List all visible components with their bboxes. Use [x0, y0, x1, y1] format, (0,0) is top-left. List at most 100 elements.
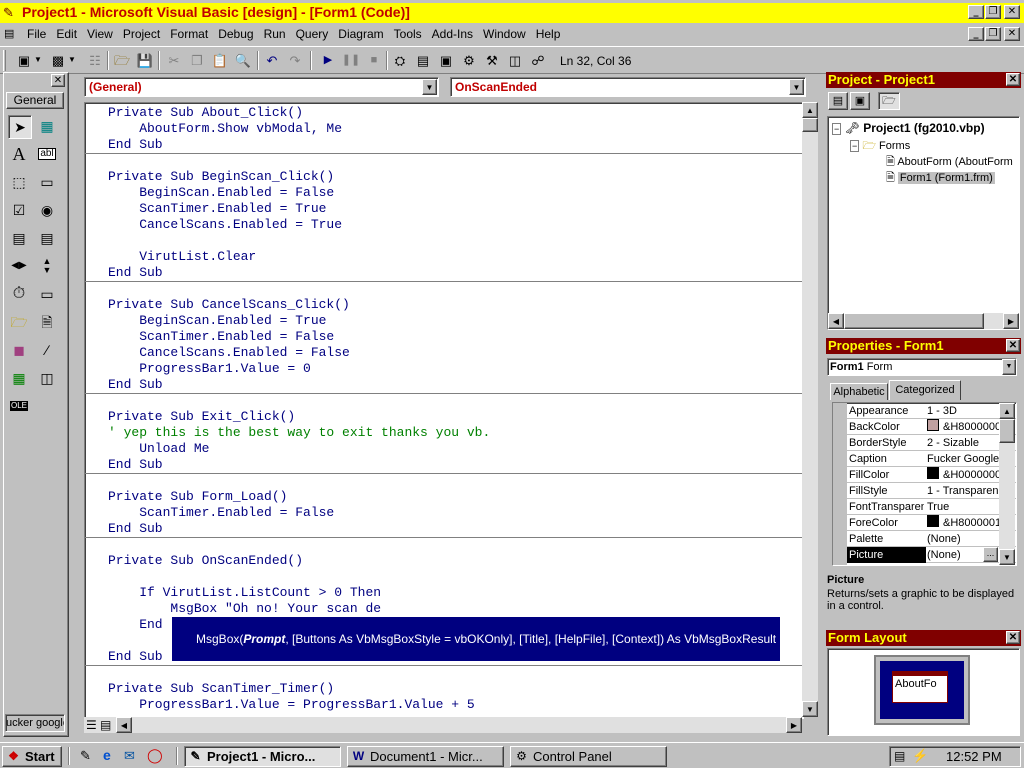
timer-tool-icon[interactable]: ⏱: [8, 283, 30, 305]
menu-add-ins[interactable]: Add-Ins: [427, 24, 478, 41]
security-tray-icon[interactable]: ⚡: [912, 748, 928, 764]
form-layout-close-button[interactable]: ✕: [1006, 631, 1020, 644]
scroll-thumb[interactable]: [802, 118, 818, 132]
dropdown-arrow-icon[interactable]: ▼: [34, 52, 42, 68]
listbox-tool-icon[interactable]: ▤: [36, 227, 58, 249]
properties-object-combo[interactable]: Form1 Form ▼: [827, 358, 1017, 376]
menu-editor-icon[interactable]: ☷: [87, 52, 103, 68]
full-module-view-icon[interactable]: ▤: [100, 718, 111, 732]
textbox-tool-icon[interactable]: abl: [36, 143, 58, 165]
toolbox-tab-general[interactable]: General: [6, 92, 64, 109]
network-tray-icon[interactable]: ▤: [894, 749, 905, 763]
menu-debug[interactable]: Debug: [213, 24, 258, 41]
tree-root[interactable]: − 🗝 Project1 (fg2010.vbp): [832, 121, 985, 135]
scroll-right-button[interactable]: ▶: [786, 717, 802, 733]
restore-button[interactable]: ❐: [985, 5, 1001, 19]
chevron-down-icon[interactable]: ▼: [789, 79, 804, 95]
optionbutton-tool-icon[interactable]: ◉: [36, 199, 58, 221]
view-object-icon[interactable]: ▣: [850, 92, 870, 110]
form-layout-panel-title[interactable]: Form Layout ✕: [826, 630, 1021, 646]
picturebox-tool-icon[interactable]: ▦: [36, 115, 58, 137]
code-editor[interactable]: Private Sub About_Click() AboutForm.Show…: [84, 102, 804, 719]
opera-icon[interactable]: ◯: [147, 747, 163, 764]
minimize-button[interactable]: _: [968, 5, 984, 19]
frame-tool-icon[interactable]: ⬚: [8, 171, 30, 193]
dirlistbox-tool-icon[interactable]: 🗁: [8, 311, 30, 333]
image-tool-icon[interactable]: ▦: [8, 367, 30, 389]
chevron-down-icon[interactable]: ▼: [1002, 359, 1016, 375]
tree-item-form1[interactable]: 🗎 Form1 (Form1.frm): [886, 169, 995, 188]
code-window-icon[interactable]: ▤: [4, 27, 18, 41]
properties-window-icon[interactable]: ▤: [415, 52, 431, 68]
shape-tool-icon[interactable]: ◼: [8, 339, 30, 361]
menu-project[interactable]: Project: [118, 24, 165, 41]
scroll-down-button[interactable]: ▼: [802, 701, 818, 717]
mdi-close-button[interactable]: ✕: [1004, 27, 1020, 41]
tree-horizontal-scrollbar[interactable]: ◀ ▶: [828, 313, 1019, 329]
properties-close-button[interactable]: ✕: [1006, 339, 1020, 352]
tab-alphabetic[interactable]: Alphabetic: [830, 383, 888, 400]
scroll-right-button[interactable]: ▶: [1003, 313, 1019, 329]
menu-file[interactable]: File: [22, 24, 51, 41]
outlook-icon[interactable]: ✉: [124, 748, 135, 764]
toolbox-icon[interactable]: ⚒: [484, 52, 500, 68]
scroll-thumb[interactable]: [844, 313, 984, 329]
menu-help[interactable]: Help: [531, 24, 566, 41]
internet-explorer-icon[interactable]: e: [103, 747, 111, 763]
redo-icon[interactable]: ↷: [287, 52, 303, 68]
ole-tool-icon[interactable]: OLE: [8, 395, 30, 417]
tab-categorized[interactable]: Categorized: [889, 380, 961, 400]
combobox-tool-icon[interactable]: ▤: [8, 227, 30, 249]
property-row-selected[interactable]: Picture (None) ...: [847, 547, 1016, 563]
task-control-panel[interactable]: ⚙ Control Panel: [510, 746, 667, 767]
project-close-button[interactable]: ✕: [1006, 73, 1020, 86]
menu-diagram[interactable]: Diagram: [333, 24, 388, 41]
code-horizontal-scrollbar[interactable]: ☰ ▤ ◀ ▶: [84, 717, 802, 733]
pointer-tool-icon[interactable]: ➤: [8, 115, 32, 139]
paste-icon[interactable]: 📋: [212, 52, 228, 68]
start-button[interactable]: ❖ Start: [2, 746, 62, 767]
add-project-icon[interactable]: ▣: [16, 52, 32, 68]
scroll-left-button[interactable]: ◀: [116, 717, 132, 733]
show-desktop-icon[interactable]: ✎: [80, 748, 91, 764]
scroll-thumb[interactable]: [999, 419, 1015, 443]
menu-run[interactable]: Run: [259, 24, 291, 41]
object-browser-icon[interactable]: ⚙: [461, 52, 477, 68]
checkbox-tool-icon[interactable]: ☑: [8, 199, 30, 221]
menu-query[interactable]: Query: [291, 24, 334, 41]
scroll-up-button[interactable]: ▲: [802, 102, 818, 118]
close-button[interactable]: ✕: [1004, 5, 1020, 19]
data-view-icon[interactable]: ◫: [507, 52, 523, 68]
menu-format[interactable]: Format: [165, 24, 213, 41]
toolbar-grip[interactable]: [3, 50, 6, 71]
task-word-document[interactable]: W Document1 - Micr...: [347, 746, 504, 767]
menu-window[interactable]: Window: [478, 24, 531, 41]
toolbox-close-button[interactable]: ✕: [51, 74, 65, 87]
clock[interactable]: 12:52 PM: [946, 749, 1002, 764]
drivelistbox-tool-icon[interactable]: ▭: [36, 283, 58, 305]
scroll-down-button[interactable]: ▼: [999, 549, 1015, 565]
save-icon[interactable]: 💾: [137, 52, 153, 68]
chevron-down-icon[interactable]: ▼: [422, 79, 437, 95]
component-manager-icon[interactable]: ☍: [530, 52, 546, 68]
form-layout-icon[interactable]: ▣: [438, 52, 454, 68]
property-row[interactable]: Palette (None): [847, 531, 1016, 547]
dropdown-arrow-icon[interactable]: ▼: [68, 52, 76, 68]
add-form-icon[interactable]: ▩: [50, 52, 66, 68]
break-icon[interactable]: ❚❚: [342, 52, 360, 68]
properties-panel-title[interactable]: Properties - Form1 ✕: [826, 338, 1021, 354]
code-vertical-scrollbar[interactable]: ▲ ▼: [802, 102, 818, 717]
copy-icon[interactable]: ❐: [189, 52, 205, 68]
property-row[interactable]: FillColor &H0000000: [847, 467, 1016, 483]
cut-icon[interactable]: ✂: [166, 52, 182, 68]
property-row[interactable]: Appearance 1 - 3D: [847, 403, 1016, 419]
project-explorer-icon[interactable]: ⛭: [392, 52, 408, 68]
undo-icon[interactable]: ↶: [264, 52, 280, 68]
mdi-minimize-button[interactable]: _: [968, 27, 984, 41]
ellipsis-button[interactable]: ...: [983, 547, 998, 562]
minus-icon[interactable]: −: [850, 140, 860, 152]
hscrollbar-tool-icon[interactable]: ◀▶: [8, 255, 30, 277]
property-row[interactable]: Caption Fucker Google: [847, 451, 1016, 467]
vb-app-icon[interactable]: ✎: [3, 5, 18, 20]
find-icon[interactable]: 🔍: [235, 52, 251, 68]
